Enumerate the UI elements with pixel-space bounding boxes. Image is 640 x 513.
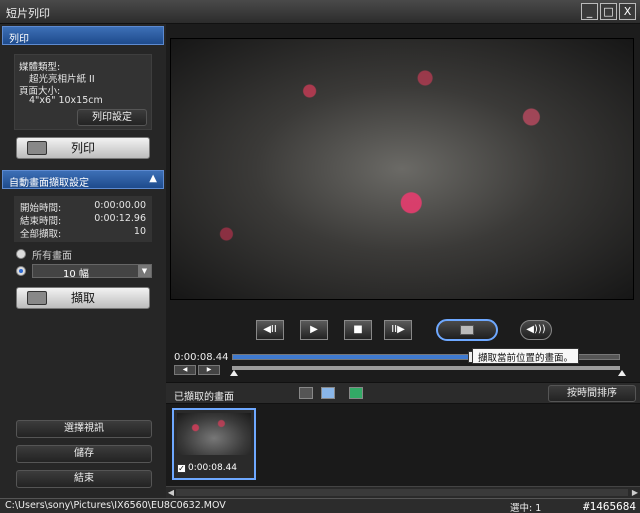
window-title: 短片列印 xyxy=(6,7,50,20)
settings-panel: 列印 媒體類型: 超光亮相片紙 II 頁面大小: 4"x6" 10x15cm 列… xyxy=(0,24,166,498)
minimize-button[interactable]: _ xyxy=(581,3,598,20)
print-button-label: 列印 xyxy=(70,141,95,155)
captured-frames-toolbar: 已擷取的畫面 按時間排序 xyxy=(166,382,640,404)
sort-by-time-button[interactable]: 按時間排序 xyxy=(548,385,636,402)
volume-button[interactable]: ◀))) xyxy=(520,320,552,340)
play-button[interactable]: ▶ xyxy=(300,320,328,340)
captured-frames-label: 已擷取的畫面 xyxy=(174,392,234,403)
edit-icon[interactable] xyxy=(349,387,363,399)
capture-button-label: 擷取 xyxy=(70,291,95,305)
capture-current-frame-button[interactable] xyxy=(436,319,498,341)
range-end-handle[interactable] xyxy=(618,370,626,376)
finish-button[interactable]: 結束 xyxy=(16,470,152,488)
stop-button[interactable]: ■ xyxy=(344,320,372,340)
nudge-right-button[interactable]: ▶ xyxy=(198,365,220,375)
printer-icon xyxy=(27,141,47,155)
print-section-header: 列印 xyxy=(2,26,164,45)
frame-count-select[interactable]: 10 幅 ▼ xyxy=(32,264,152,280)
total-capture-label: 全部擷取: xyxy=(20,229,62,240)
grid-large-icon[interactable] xyxy=(321,387,335,399)
playback-controls: ◀II ▶ ■ II▶ ◀))) xyxy=(166,316,640,348)
scroll-right-icon[interactable]: ▶ xyxy=(630,488,640,498)
frame-thumbnail-image xyxy=(177,413,251,455)
total-capture-value: 10 xyxy=(133,226,146,237)
title-bar: 短片列印 _ □ X xyxy=(0,0,640,24)
file-path: C:\Users\sony\Pictures\IX6560\EU8C0632.M… xyxy=(5,500,226,511)
frame-count-value: 10 xyxy=(63,269,76,280)
camera-capture-icon xyxy=(27,291,47,305)
scroll-left-icon[interactable]: ◀ xyxy=(166,488,176,498)
frame-count-radio[interactable] xyxy=(16,266,26,276)
capture-time-box: 開始時間: 0:00:00.00 結束時間: 0:00:12.96 全部擷取: … xyxy=(14,196,152,242)
start-time-value: 0:00:00.00 xyxy=(94,200,146,211)
nudge-left-button[interactable]: ◀ xyxy=(174,365,196,375)
all-frames-label: 所有畫面 xyxy=(32,251,72,262)
status-bar: C:\Users\sony\Pictures\IX6560\EU8C0632.M… xyxy=(0,498,640,513)
end-time-label: 結束時間: xyxy=(20,216,62,227)
select-video-button[interactable]: 選擇視訊 xyxy=(16,420,152,438)
current-time: 0:00:08.44 xyxy=(174,352,229,363)
dropdown-arrow-icon[interactable]: ▼ xyxy=(138,265,151,277)
maximize-button[interactable]: □ xyxy=(600,3,617,20)
watermark: #1465684 xyxy=(583,500,636,513)
previous-frame-button[interactable]: ◀II xyxy=(256,320,284,340)
video-preview xyxy=(170,38,634,300)
selected-count: 選中: 1 xyxy=(510,503,542,513)
frame-checkbox[interactable]: ✓ xyxy=(177,464,186,473)
save-button[interactable]: 儲存 xyxy=(16,445,152,463)
horizontal-scrollbar[interactable]: ◀ ▶ xyxy=(166,486,640,498)
all-frames-radio[interactable] xyxy=(16,249,26,259)
captured-frames-list: ✓ 0:00:08.44 xyxy=(166,404,640,486)
print-button[interactable]: 列印 xyxy=(16,137,150,159)
range-track[interactable] xyxy=(232,366,620,370)
range-start-handle[interactable] xyxy=(230,370,238,376)
frame-count-unit: 幅 xyxy=(78,269,89,280)
frame-thumbnail[interactable]: ✓ 0:00:08.44 xyxy=(172,408,256,480)
start-time-label: 開始時間: xyxy=(20,203,62,214)
print-settings-button[interactable]: 列印設定 xyxy=(77,109,147,126)
seek-progress xyxy=(233,355,473,359)
scroll-track[interactable] xyxy=(176,489,628,496)
preview-panel: ◀II ▶ ■ II▶ ◀))) 0:00:08.44 ◀ ▶ 擷取當前位置的畫… xyxy=(166,24,640,498)
capture-section-header[interactable]: 自動畫面擷取設定 ▲ xyxy=(2,170,164,189)
next-frame-button[interactable]: II▶ xyxy=(384,320,412,340)
collapse-up-icon[interactable]: ▲ xyxy=(149,173,157,184)
capture-section-title: 自動畫面擷取設定 xyxy=(9,178,89,189)
page-size-value: 4"x6" 10x15cm xyxy=(29,95,103,106)
grid-small-icon[interactable] xyxy=(299,387,313,399)
range-nudge-buttons: ◀ ▶ xyxy=(174,365,220,375)
end-time-value: 0:00:12.96 xyxy=(94,213,146,224)
frame-time: 0:00:08.44 xyxy=(188,463,238,473)
print-info-box: 媒體類型: 超光亮相片紙 II 頁面大小: 4"x6" 10x15cm 列印設定 xyxy=(14,54,152,130)
camera-capture-icon xyxy=(460,325,474,335)
close-button[interactable]: X xyxy=(619,3,636,20)
volume-icon: ◀))) xyxy=(526,324,546,335)
capture-button[interactable]: 擷取 xyxy=(16,287,150,309)
capture-tooltip: 擷取當前位置的畫面。 xyxy=(472,348,580,364)
